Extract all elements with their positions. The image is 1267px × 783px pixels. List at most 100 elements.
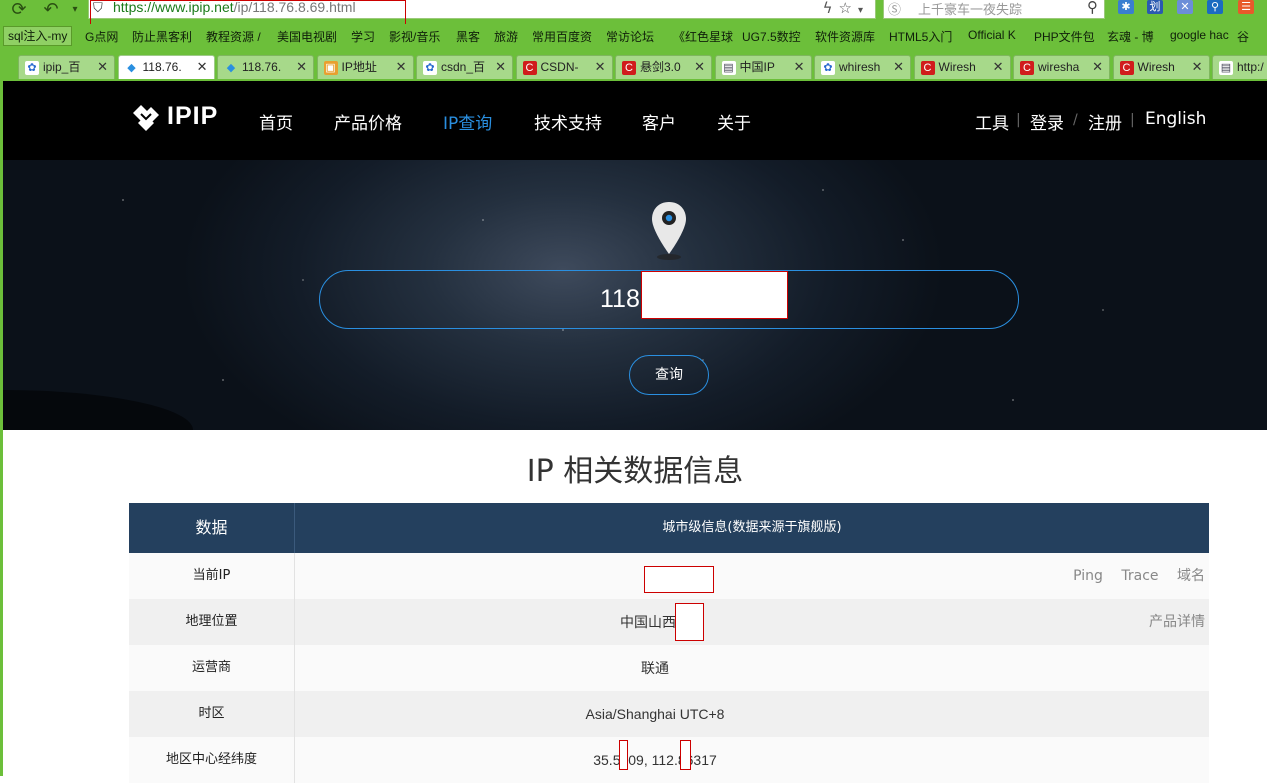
- close-icon[interactable]: ✕: [197, 56, 208, 78]
- bookmark-item[interactable]: sql注入-my: [3, 26, 73, 46]
- hero-search: 118 查询: [3, 160, 1267, 430]
- browser-tab[interactable]: Cwiresha ✕: [1013, 55, 1110, 79]
- bookmark-item[interactable]: 黑客: [456, 28, 480, 45]
- row-actions: 产品详情: [1135, 599, 1205, 645]
- lightning-icon[interactable]: ϟ: [823, 0, 839, 17]
- tab-label: CSDN-: [540, 60, 579, 74]
- bookmark-item[interactable]: google hac: [1170, 28, 1229, 42]
- csdn-icon: C: [1119, 61, 1134, 75]
- close-icon[interactable]: ✕: [296, 56, 307, 78]
- translate-icon[interactable]: 划: [1147, 0, 1163, 14]
- site-logo[interactable]: IPIP: [129, 101, 229, 139]
- bookmark-item[interactable]: 谷: [1237, 28, 1249, 45]
- nav-home[interactable]: 首页: [259, 109, 293, 134]
- url-path: /ip/118.76.8.69.html: [233, 0, 356, 15]
- nav-pricing[interactable]: 产品价格: [334, 109, 402, 134]
- page-icon: ▤: [721, 61, 736, 75]
- bookmark-item[interactable]: 软件资源库: [815, 28, 875, 45]
- close-icon[interactable]: ✕: [1092, 56, 1103, 78]
- search-engine-icon: Ⓢ: [888, 3, 902, 18]
- row-label: 地区中心经纬度: [129, 737, 295, 783]
- bookmark-item[interactable]: G点网: [85, 28, 118, 45]
- bookmark-item[interactable]: 美国电视剧: [277, 28, 337, 45]
- bookmark-item[interactable]: 教程资源 /: [206, 28, 261, 45]
- close-icon[interactable]: ✕: [794, 56, 805, 78]
- browser-tab[interactable]: ▣ IP地址 ✕: [316, 55, 414, 79]
- nav-support[interactable]: 技术支持: [534, 109, 602, 134]
- paw-icon: ✿: [821, 61, 835, 75]
- site-header: IPIP 首页 产品价格 IP查询 技术支持 客户 关于 工具 | 登录 / 注…: [3, 81, 1267, 160]
- nav-customers[interactable]: 客户: [642, 109, 676, 134]
- browser-tab[interactable]: ✿ whiresh ✕: [814, 55, 911, 79]
- close-icon[interactable]: ✕: [595, 56, 606, 78]
- browser-tab[interactable]: ▤http:/✕: [1212, 55, 1267, 79]
- back-icon[interactable]: ↶: [38, 0, 64, 20]
- ipip-icon: ◆: [127, 62, 136, 74]
- extension-icon[interactable]: ✱: [1118, 0, 1134, 14]
- browser-tab[interactable]: C Wiresh ✕: [913, 55, 1011, 79]
- bookmark-item[interactable]: 《红色星球: [673, 28, 733, 45]
- close-icon[interactable]: ✕: [495, 56, 506, 78]
- browser-tab[interactable]: ✿ ipip_百 ✕: [18, 55, 115, 79]
- bookmark-item[interactable]: 旅游: [494, 28, 518, 45]
- refresh-icon[interactable]: ⟳: [6, 0, 32, 20]
- nav-tools[interactable]: 工具: [975, 109, 1009, 134]
- close-icon[interactable]: ✕: [1177, 0, 1193, 14]
- query-button[interactable]: 查询: [629, 355, 709, 395]
- browser-tab[interactable]: C Wiresh ✕: [1112, 55, 1210, 79]
- browser-tab[interactable]: C CSDN- ✕: [515, 55, 613, 79]
- table-row: 地理位置 中国山西晋 产品详情: [129, 599, 1209, 645]
- domain-link[interactable]: 域名: [1177, 568, 1205, 584]
- bookmark-item[interactable]: Official K: [968, 28, 1016, 42]
- bookmark-item[interactable]: 防止黑客利: [132, 28, 192, 45]
- close-icon[interactable]: ✕: [396, 56, 407, 78]
- row-label: 当前IP: [129, 553, 295, 599]
- close-icon[interactable]: ✕: [1192, 56, 1203, 78]
- browser-tab[interactable]: ▤ 中国IP ✕: [714, 55, 812, 79]
- tab-label: 中国IP: [739, 60, 775, 74]
- tab-label: whiresh: [839, 60, 881, 74]
- close-icon[interactable]: ✕: [993, 56, 1004, 78]
- bookmark-item[interactable]: 常访论坛: [606, 28, 654, 45]
- ping-link[interactable]: Ping: [1073, 568, 1103, 584]
- bookmark-item[interactable]: HTML5入门: [889, 28, 952, 45]
- row-value: Asia/Shanghai UTC+8: [585, 706, 725, 722]
- nav-login[interactable]: 登录: [1030, 109, 1064, 134]
- menu-icon[interactable]: ☰: [1238, 0, 1254, 14]
- tab-label: IP地址: [341, 60, 377, 74]
- redaction-box: [641, 271, 788, 319]
- browser-tab[interactable]: ◆ 118.76. ✕: [117, 55, 215, 79]
- csdn-icon: C: [920, 61, 935, 75]
- ip-search-input[interactable]: 118: [319, 270, 1019, 329]
- csdn-icon: C: [622, 61, 636, 75]
- browser-search[interactable]: Ⓢ 上千豪车一夜失踪 ⚲: [883, 0, 1105, 19]
- close-icon[interactable]: ✕: [893, 56, 904, 78]
- bookmark-item[interactable]: 常用百度资: [532, 28, 592, 45]
- close-icon[interactable]: ✕: [97, 56, 108, 78]
- nav-about[interactable]: 关于: [717, 109, 751, 134]
- tab-label: ipip_百: [43, 60, 81, 74]
- browser-tab[interactable]: ✿ csdn_百 ✕: [416, 55, 513, 79]
- browser-tab[interactable]: ◆ 118.76. ✕: [217, 55, 314, 79]
- search-icon[interactable]: ⚲: [1207, 0, 1223, 14]
- address-bar[interactable]: ⛉ https://www.ipip.net/ip/118.76.8.69.ht…: [88, 0, 876, 19]
- nav-english[interactable]: English: [1145, 109, 1206, 129]
- bookmark-item[interactable]: 影视/音乐: [389, 28, 440, 45]
- bookmark-item[interactable]: UG7.5数控: [742, 28, 801, 45]
- nav-register[interactable]: 注册: [1088, 109, 1122, 134]
- search-placeholder: 上千豪车一夜失踪: [918, 3, 1023, 18]
- chevron-down-icon[interactable]: ▾: [858, 5, 869, 16]
- search-icon[interactable]: ⚲: [1087, 0, 1098, 16]
- product-details-link[interactable]: 产品详情: [1149, 614, 1205, 630]
- close-icon[interactable]: ✕: [694, 56, 705, 78]
- address-url[interactable]: https://www.ipip.net/ip/118.76.8.69.html: [113, 0, 356, 15]
- bookmark-item[interactable]: 学习: [351, 28, 375, 45]
- star-icon[interactable]: ☆: [839, 0, 858, 17]
- bookmark-item[interactable]: PHP文件包: [1034, 28, 1095, 45]
- tab-label: 118.76.: [142, 60, 182, 74]
- chevron-down-icon[interactable]: ▾: [62, 0, 88, 20]
- trace-link[interactable]: Trace: [1121, 568, 1158, 584]
- bookmark-item[interactable]: 玄魂 - 博: [1107, 28, 1154, 45]
- nav-ip-query[interactable]: IP查询: [443, 109, 492, 134]
- browser-tab[interactable]: C 悬剑3.0 ✕: [615, 55, 712, 79]
